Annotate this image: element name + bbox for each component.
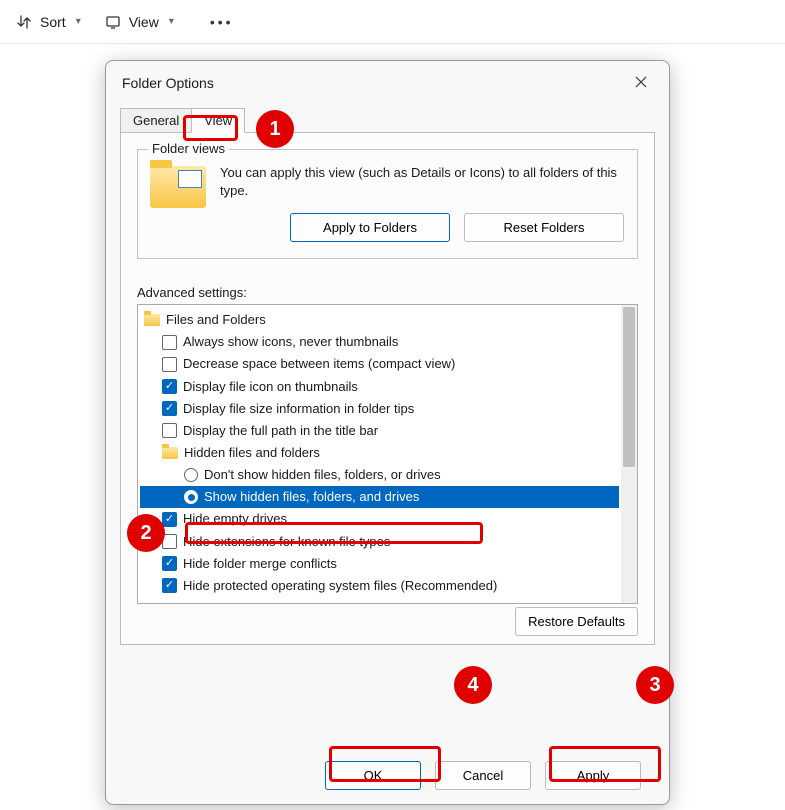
annotation-4: 4 [454, 666, 492, 704]
dialog-footer: OK Cancel Apply [325, 761, 641, 790]
more-button[interactable]: ••• [210, 14, 234, 30]
scrollbar-thumb[interactable] [623, 307, 635, 467]
folder-views-group: Folder views You can apply this view (su… [137, 149, 638, 259]
apply-button[interactable]: Apply [545, 761, 641, 790]
tab-general[interactable]: General [120, 108, 192, 133]
apply-to-folders-button[interactable]: Apply to Folders [290, 213, 450, 242]
checkbox-icon[interactable]: ✓ [162, 556, 177, 571]
tree-item[interactable]: Always show icons, never thumbnails [140, 331, 619, 353]
checkbox-icon[interactable]: ✓ [162, 512, 177, 527]
annotation-2: 2 [127, 514, 165, 552]
checkbox-icon[interactable]: ✓ [162, 379, 177, 394]
ok-button[interactable]: OK [325, 761, 421, 790]
tree-label: Files and Folders [166, 310, 266, 330]
chevron-down-icon: ▾ [76, 16, 81, 27]
tree-item[interactable]: ✓Display file icon on thumbnails [140, 376, 619, 398]
tree-group-hidden[interactable]: Hidden files and folders [140, 442, 619, 464]
tabs: General View [106, 107, 669, 132]
sort-icon [16, 14, 32, 30]
checkbox-icon[interactable] [162, 335, 177, 350]
radio-icon[interactable] [184, 490, 198, 504]
checkbox-icon[interactable] [162, 357, 177, 372]
sort-label: Sort [40, 14, 66, 30]
tree-item[interactable]: ✓Hide empty drives [140, 508, 619, 530]
tree-item[interactable]: ✓Hide folder merge conflicts [140, 553, 619, 575]
folder-views-description: You can apply this view (such as Details… [220, 164, 625, 199]
tree-item[interactable]: ✓Display file size information in folder… [140, 398, 619, 420]
tree-group-files[interactable]: Files and Folders [140, 309, 619, 331]
sort-button[interactable]: Sort ▾ [16, 14, 81, 30]
more-icon: ••• [210, 14, 234, 30]
close-button[interactable] [629, 71, 653, 95]
explorer-toolbar: Sort ▾ View ▾ ••• [0, 0, 785, 44]
radio-icon[interactable] [184, 468, 198, 482]
folder-icon [162, 447, 178, 459]
close-icon [635, 76, 647, 88]
advanced-settings-label: Advanced settings: [137, 285, 638, 300]
tree-item[interactable]: Display the full path in the title bar [140, 420, 619, 442]
tree-item[interactable]: Hide extensions for known file types [140, 531, 619, 553]
folder-views-title: Folder views [148, 141, 229, 156]
tree-item-radio-selected[interactable]: Show hidden files, folders, and drives [140, 486, 619, 508]
view-icon [105, 14, 121, 30]
annotation-1: 1 [256, 110, 294, 148]
tree-item[interactable]: ✓Hide protected operating system files (… [140, 575, 619, 597]
restore-defaults-button[interactable]: Restore Defaults [515, 607, 638, 636]
folder-icon [144, 314, 160, 326]
view-button[interactable]: View ▾ [105, 14, 174, 30]
tree-item-radio[interactable]: Don't show hidden files, folders, or dri… [140, 464, 619, 486]
tab-view[interactable]: View [191, 108, 245, 133]
checkbox-icon[interactable] [162, 423, 177, 438]
scrollbar[interactable] [621, 305, 637, 603]
checkbox-icon[interactable]: ✓ [162, 401, 177, 416]
folder-icon [150, 166, 206, 208]
tree-item[interactable]: Decrease space between items (compact vi… [140, 353, 619, 375]
tree-item[interactable]: Launch folder windows in a separate proc… [140, 597, 619, 599]
reset-folders-button[interactable]: Reset Folders [464, 213, 624, 242]
annotation-3: 3 [636, 666, 674, 704]
tab-content: Folder views You can apply this view (su… [120, 132, 655, 645]
cancel-button[interactable]: Cancel [435, 761, 531, 790]
chevron-down-icon: ▾ [169, 16, 174, 27]
advanced-settings-tree[interactable]: Files and Folders Always show icons, nev… [137, 304, 638, 604]
checkbox-icon[interactable]: ✓ [162, 578, 177, 593]
dialog-header: Folder Options [106, 61, 669, 101]
folder-options-dialog: Folder Options General View Folder views… [105, 60, 670, 805]
view-label: View [129, 14, 159, 30]
dialog-title: Folder Options [122, 75, 214, 91]
